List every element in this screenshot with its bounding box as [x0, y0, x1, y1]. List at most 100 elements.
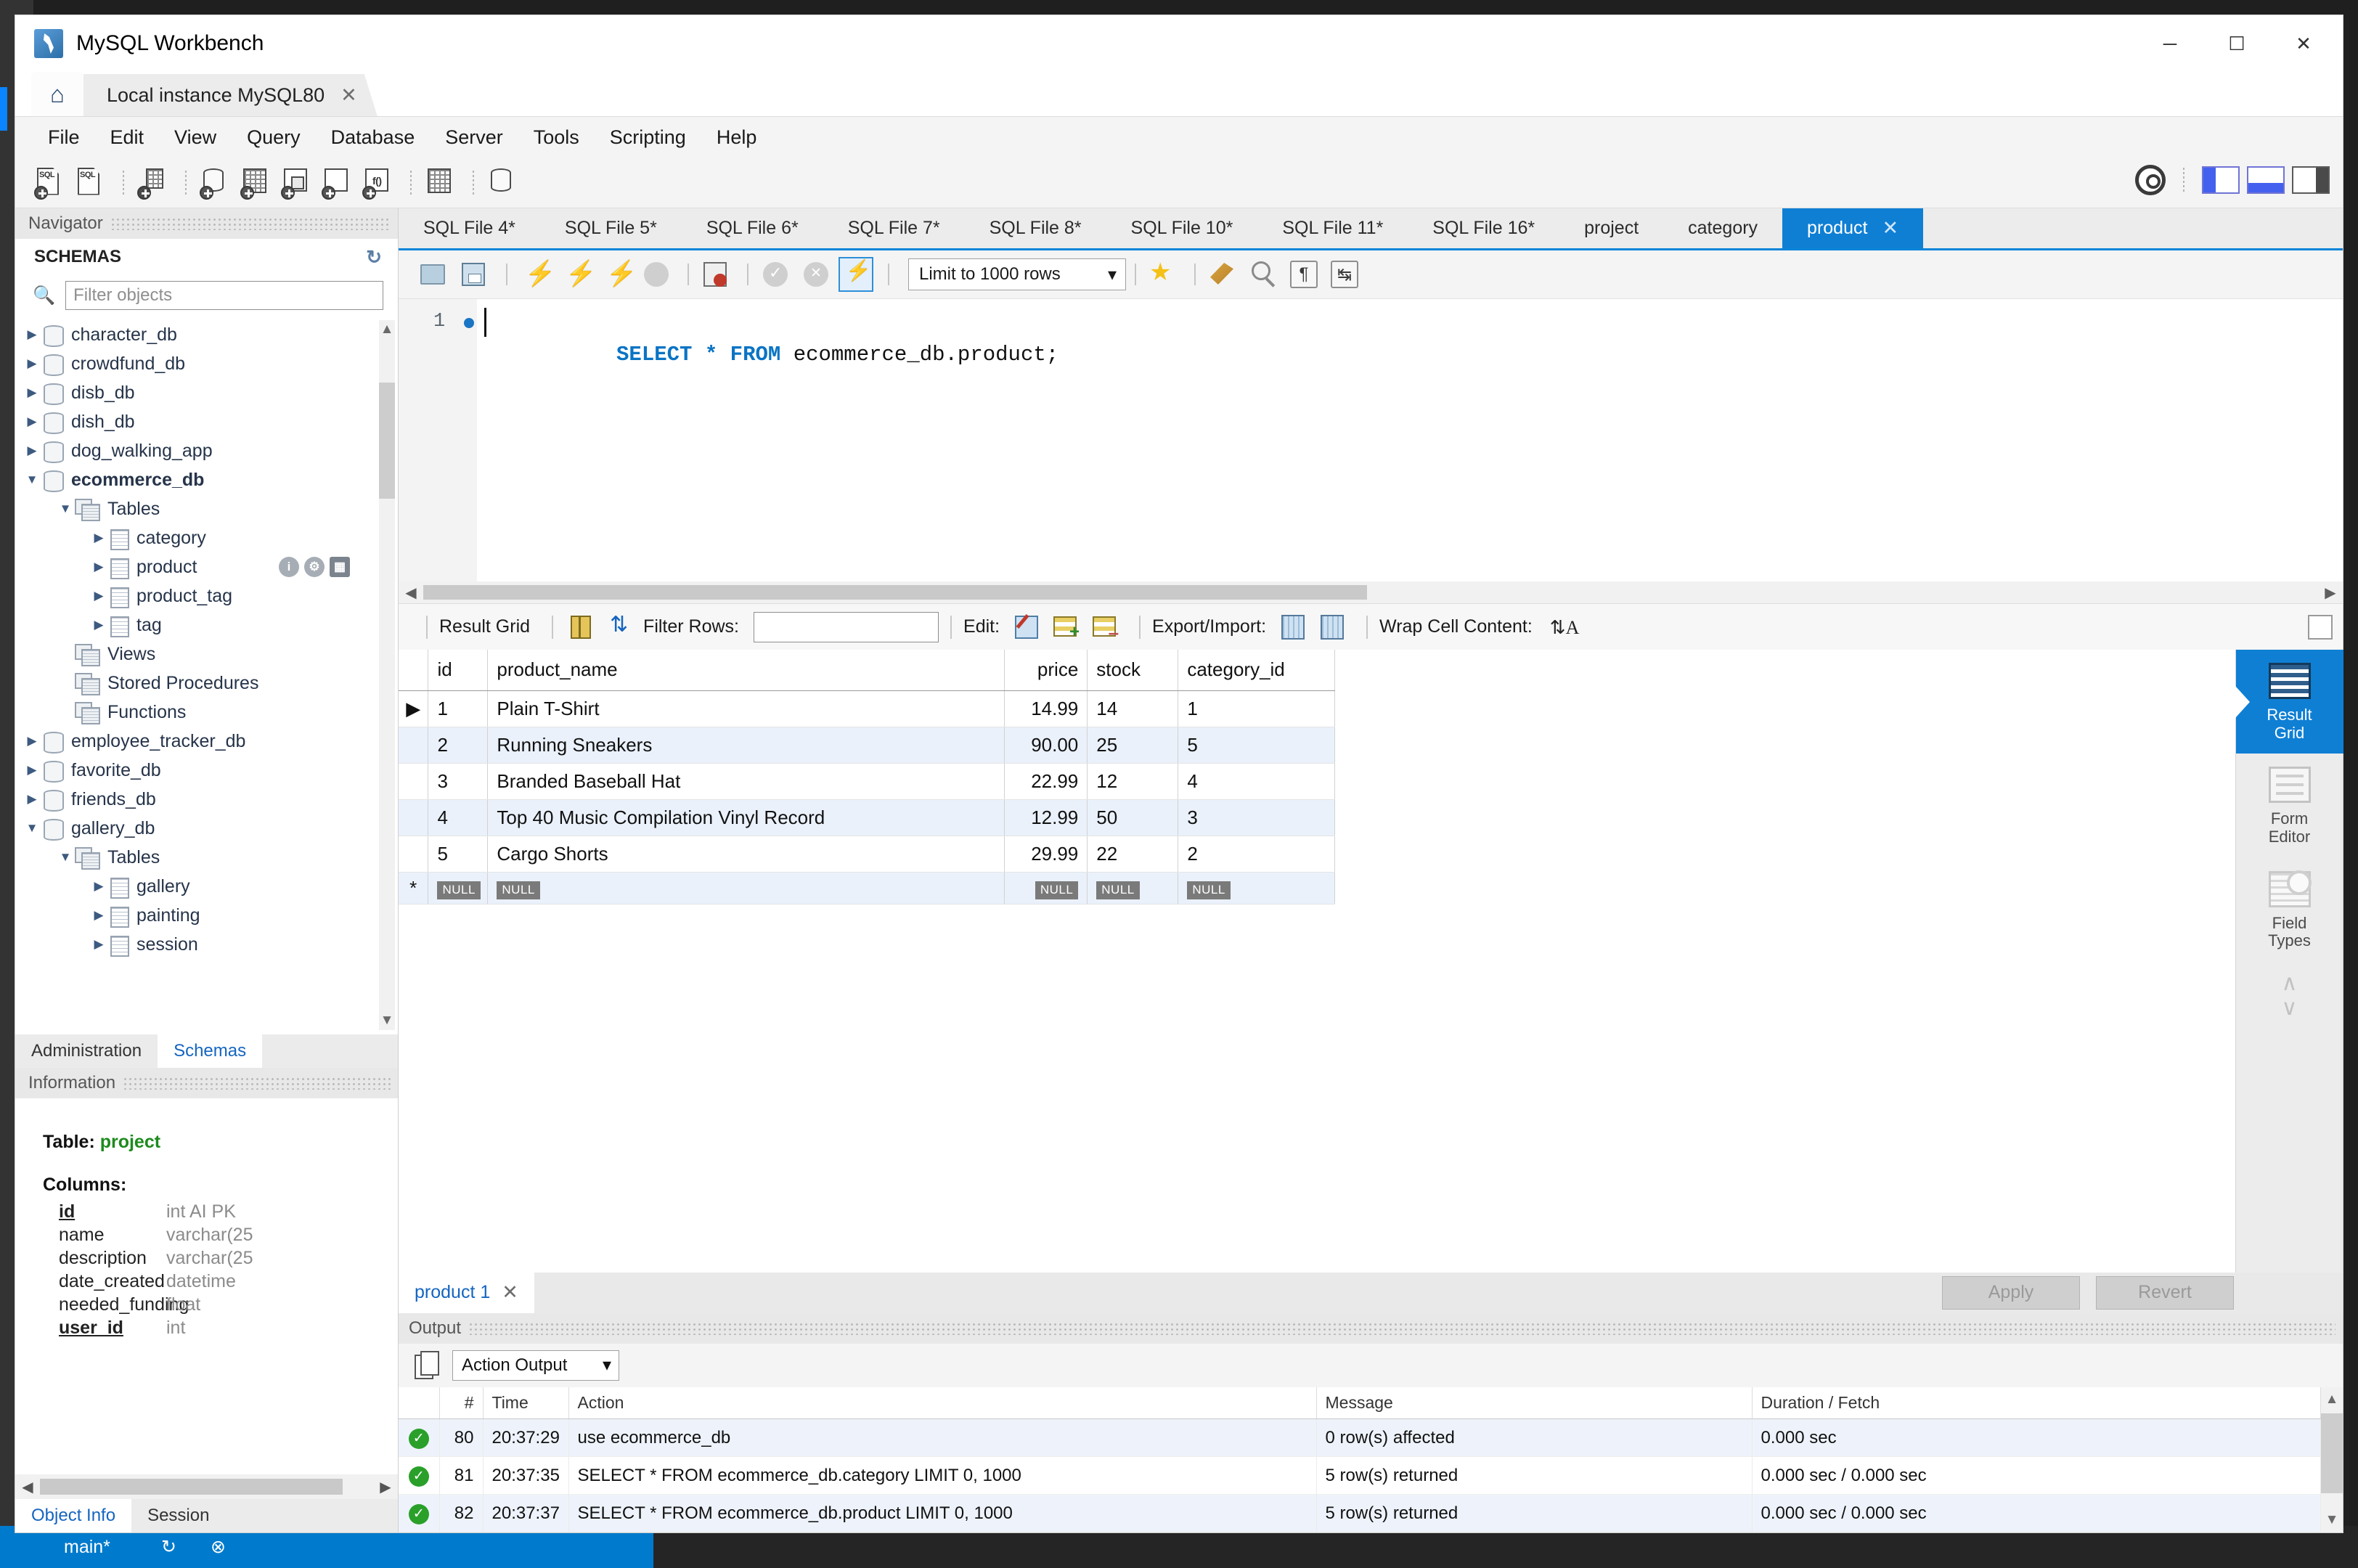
cell-product-name-null[interactable]: NULL — [488, 872, 1005, 904]
connection-info-icon[interactable] — [134, 165, 171, 201]
cell-category-id[interactable]: 1 — [1178, 690, 1335, 727]
beautify-icon[interactable] — [1204, 257, 1239, 292]
tree-node-category[interactable]: ▶category — [15, 523, 398, 552]
result-grid-wrapper[interactable]: id product_name price stock category_id … — [399, 650, 2235, 1273]
tab-object-info[interactable]: Object Info — [15, 1499, 131, 1532]
new-row-placeholder[interactable]: *NULLNULLNULLNULLNULL — [399, 872, 1335, 904]
result-tab-product-1[interactable]: product 1 ✕ — [399, 1273, 534, 1313]
save-script-icon[interactable] — [457, 257, 491, 292]
tree-node-product-tag[interactable]: ▶product_tag — [15, 581, 398, 611]
filter-rows-input[interactable] — [754, 612, 939, 642]
toggle-output-panel-icon[interactable] — [2247, 166, 2285, 194]
tree-node-gallery[interactable]: ▶gallery — [15, 872, 398, 901]
commit-icon[interactable] — [757, 257, 792, 292]
explain-icon[interactable]: ⚡ — [597, 257, 632, 292]
chevron-down-icon[interactable]: ▼ — [23, 473, 41, 487]
error-icon[interactable]: ⊗ — [211, 1536, 226, 1558]
tree-node-functions[interactable]: Functions — [15, 698, 398, 727]
tree-node-favorite-db[interactable]: ▶favorite_db — [15, 756, 398, 785]
tree-node-session[interactable]: ▶session — [15, 930, 398, 959]
output-scrollbar-thumb[interactable] — [2321, 1413, 2343, 1493]
cell-price[interactable]: 14.99 — [1005, 690, 1088, 727]
find-icon[interactable] — [1245, 257, 1280, 292]
panel-drag-dots[interactable] — [123, 1077, 391, 1090]
close-icon[interactable]: ✕ — [502, 1281, 518, 1304]
table-row[interactable]: 5Cargo Shorts29.99222 — [399, 836, 1335, 872]
column-header-category-id[interactable]: category_id — [1178, 650, 1335, 690]
chevron-right-icon[interactable]: ▶ — [89, 618, 108, 632]
execute-icon[interactable]: ⚡ — [516, 257, 551, 292]
chevron-right-icon[interactable]: ▶ — [23, 763, 41, 777]
toggle-sidebar-icon[interactable] — [2202, 166, 2240, 194]
tree-node-views[interactable]: Views — [15, 640, 398, 669]
cell-stock[interactable]: 22 — [1088, 836, 1178, 872]
hscrollbar-thumb[interactable] — [40, 1479, 343, 1495]
minimize-button[interactable]: ─ — [2137, 15, 2203, 72]
sync-icon[interactable]: ↻ — [161, 1536, 176, 1558]
cell-category-id[interactable]: 4 — [1178, 763, 1335, 799]
menu-help[interactable]: Help — [701, 122, 772, 153]
sql-code-text[interactable]: SELECT * FROM ecommerce_db.product; — [490, 309, 1058, 401]
copy-icon[interactable] — [415, 1351, 441, 1380]
refresh-grid-icon[interactable]: ⇅ — [604, 611, 636, 643]
chevron-right-icon[interactable]: ▶ — [23, 734, 41, 748]
cell-price[interactable]: 90.00 — [1005, 727, 1088, 763]
cell-price[interactable]: 29.99 — [1005, 836, 1088, 872]
editor-tab-sql-file-8-[interactable]: SQL File 8* — [965, 208, 1106, 248]
new-sql-tab-icon[interactable]: SQL — [31, 165, 68, 201]
new-view-icon[interactable] — [278, 165, 314, 201]
schema-tree[interactable]: ▶character_db▶crowdfund_db▶disb_db▶dish_… — [15, 316, 398, 1034]
menu-server[interactable]: Server — [430, 122, 518, 153]
tree-scrollbar-thumb[interactable] — [379, 383, 395, 499]
chevron-right-icon[interactable]: ▶ — [23, 327, 41, 342]
search-data-icon[interactable] — [422, 165, 458, 201]
cell-stock[interactable]: 50 — [1088, 799, 1178, 836]
add-snippet-icon[interactable]: ★ — [1145, 257, 1180, 292]
table-data-icon[interactable]: ▦ — [330, 557, 350, 577]
refresh-icon[interactable]: ↻ — [366, 246, 382, 269]
table-row[interactable]: ▶1Plain T-Shirt14.99141 — [399, 690, 1335, 727]
chevron-right-icon[interactable]: ▶ — [23, 385, 41, 400]
panel-drag-dots[interactable] — [468, 1322, 2335, 1335]
editor-tab-sql-file-10-[interactable]: SQL File 10* — [1106, 208, 1258, 248]
cell-id[interactable]: 2 — [428, 727, 488, 763]
new-procedure-icon[interactable] — [319, 165, 355, 201]
table-settings-icon[interactable]: ⚙ — [304, 557, 325, 577]
chevron-right-icon[interactable]: ▶ — [89, 908, 108, 923]
new-table-icon[interactable] — [237, 165, 274, 201]
cell-product-name[interactable]: Cargo Shorts — [488, 836, 1005, 872]
cell-id[interactable]: 3 — [428, 763, 488, 799]
menu-view[interactable]: View — [159, 122, 232, 153]
filter-objects-input[interactable] — [65, 281, 383, 310]
hscrollbar-thumb[interactable] — [423, 585, 1367, 600]
tree-node-tables[interactable]: ▼Tables — [15, 494, 398, 523]
tab-administration[interactable]: Administration — [15, 1034, 158, 1068]
table-info-icon[interactable]: i — [279, 557, 299, 577]
editor-hscrollbar[interactable]: ◀ ▶ — [399, 581, 2343, 603]
scroll-right-icon[interactable]: ▶ — [373, 1478, 398, 1496]
information-hscrollbar[interactable]: ◀ ▶ — [15, 1474, 398, 1499]
insert-row-icon[interactable] — [1049, 611, 1081, 643]
cell-id[interactable]: 4 — [428, 799, 488, 836]
cell-category-id[interactable]: 2 — [1178, 836, 1335, 872]
tree-node-disb-db[interactable]: ▶disb_db — [15, 378, 398, 407]
chevron-right-icon[interactable]: ▶ — [89, 531, 108, 545]
maximize-grid-icon[interactable] — [2308, 615, 2333, 640]
revert-button[interactable]: Revert — [2096, 1276, 2234, 1310]
cell-id[interactable]: 5 — [428, 836, 488, 872]
scroll-up-icon[interactable]: ▲ — [379, 320, 395, 339]
scroll-left-icon[interactable]: ◀ — [15, 1478, 40, 1496]
column-header-product-name[interactable]: product_name — [488, 650, 1005, 690]
menu-tools[interactable]: Tools — [518, 122, 595, 153]
cell-product-name[interactable]: Running Sneakers — [488, 727, 1005, 763]
cell-stock[interactable]: 12 — [1088, 763, 1178, 799]
table-row[interactable]: 3Branded Baseball Hat22.99124 — [399, 763, 1335, 799]
menu-query[interactable]: Query — [232, 122, 316, 153]
editor-tab-category[interactable]: category — [1663, 208, 1782, 248]
autocommit-icon[interactable]: ⚡ — [839, 257, 873, 292]
chevron-right-icon[interactable]: ▶ — [89, 879, 108, 894]
editor-tab-sql-file-16-[interactable]: SQL File 16* — [1408, 208, 1559, 248]
wrap-cell-content-icon[interactable]: ⇅A — [1543, 611, 1575, 643]
chevron-down-icon[interactable]: ▼ — [23, 821, 41, 836]
column-header-stock[interactable]: stock — [1088, 650, 1178, 690]
